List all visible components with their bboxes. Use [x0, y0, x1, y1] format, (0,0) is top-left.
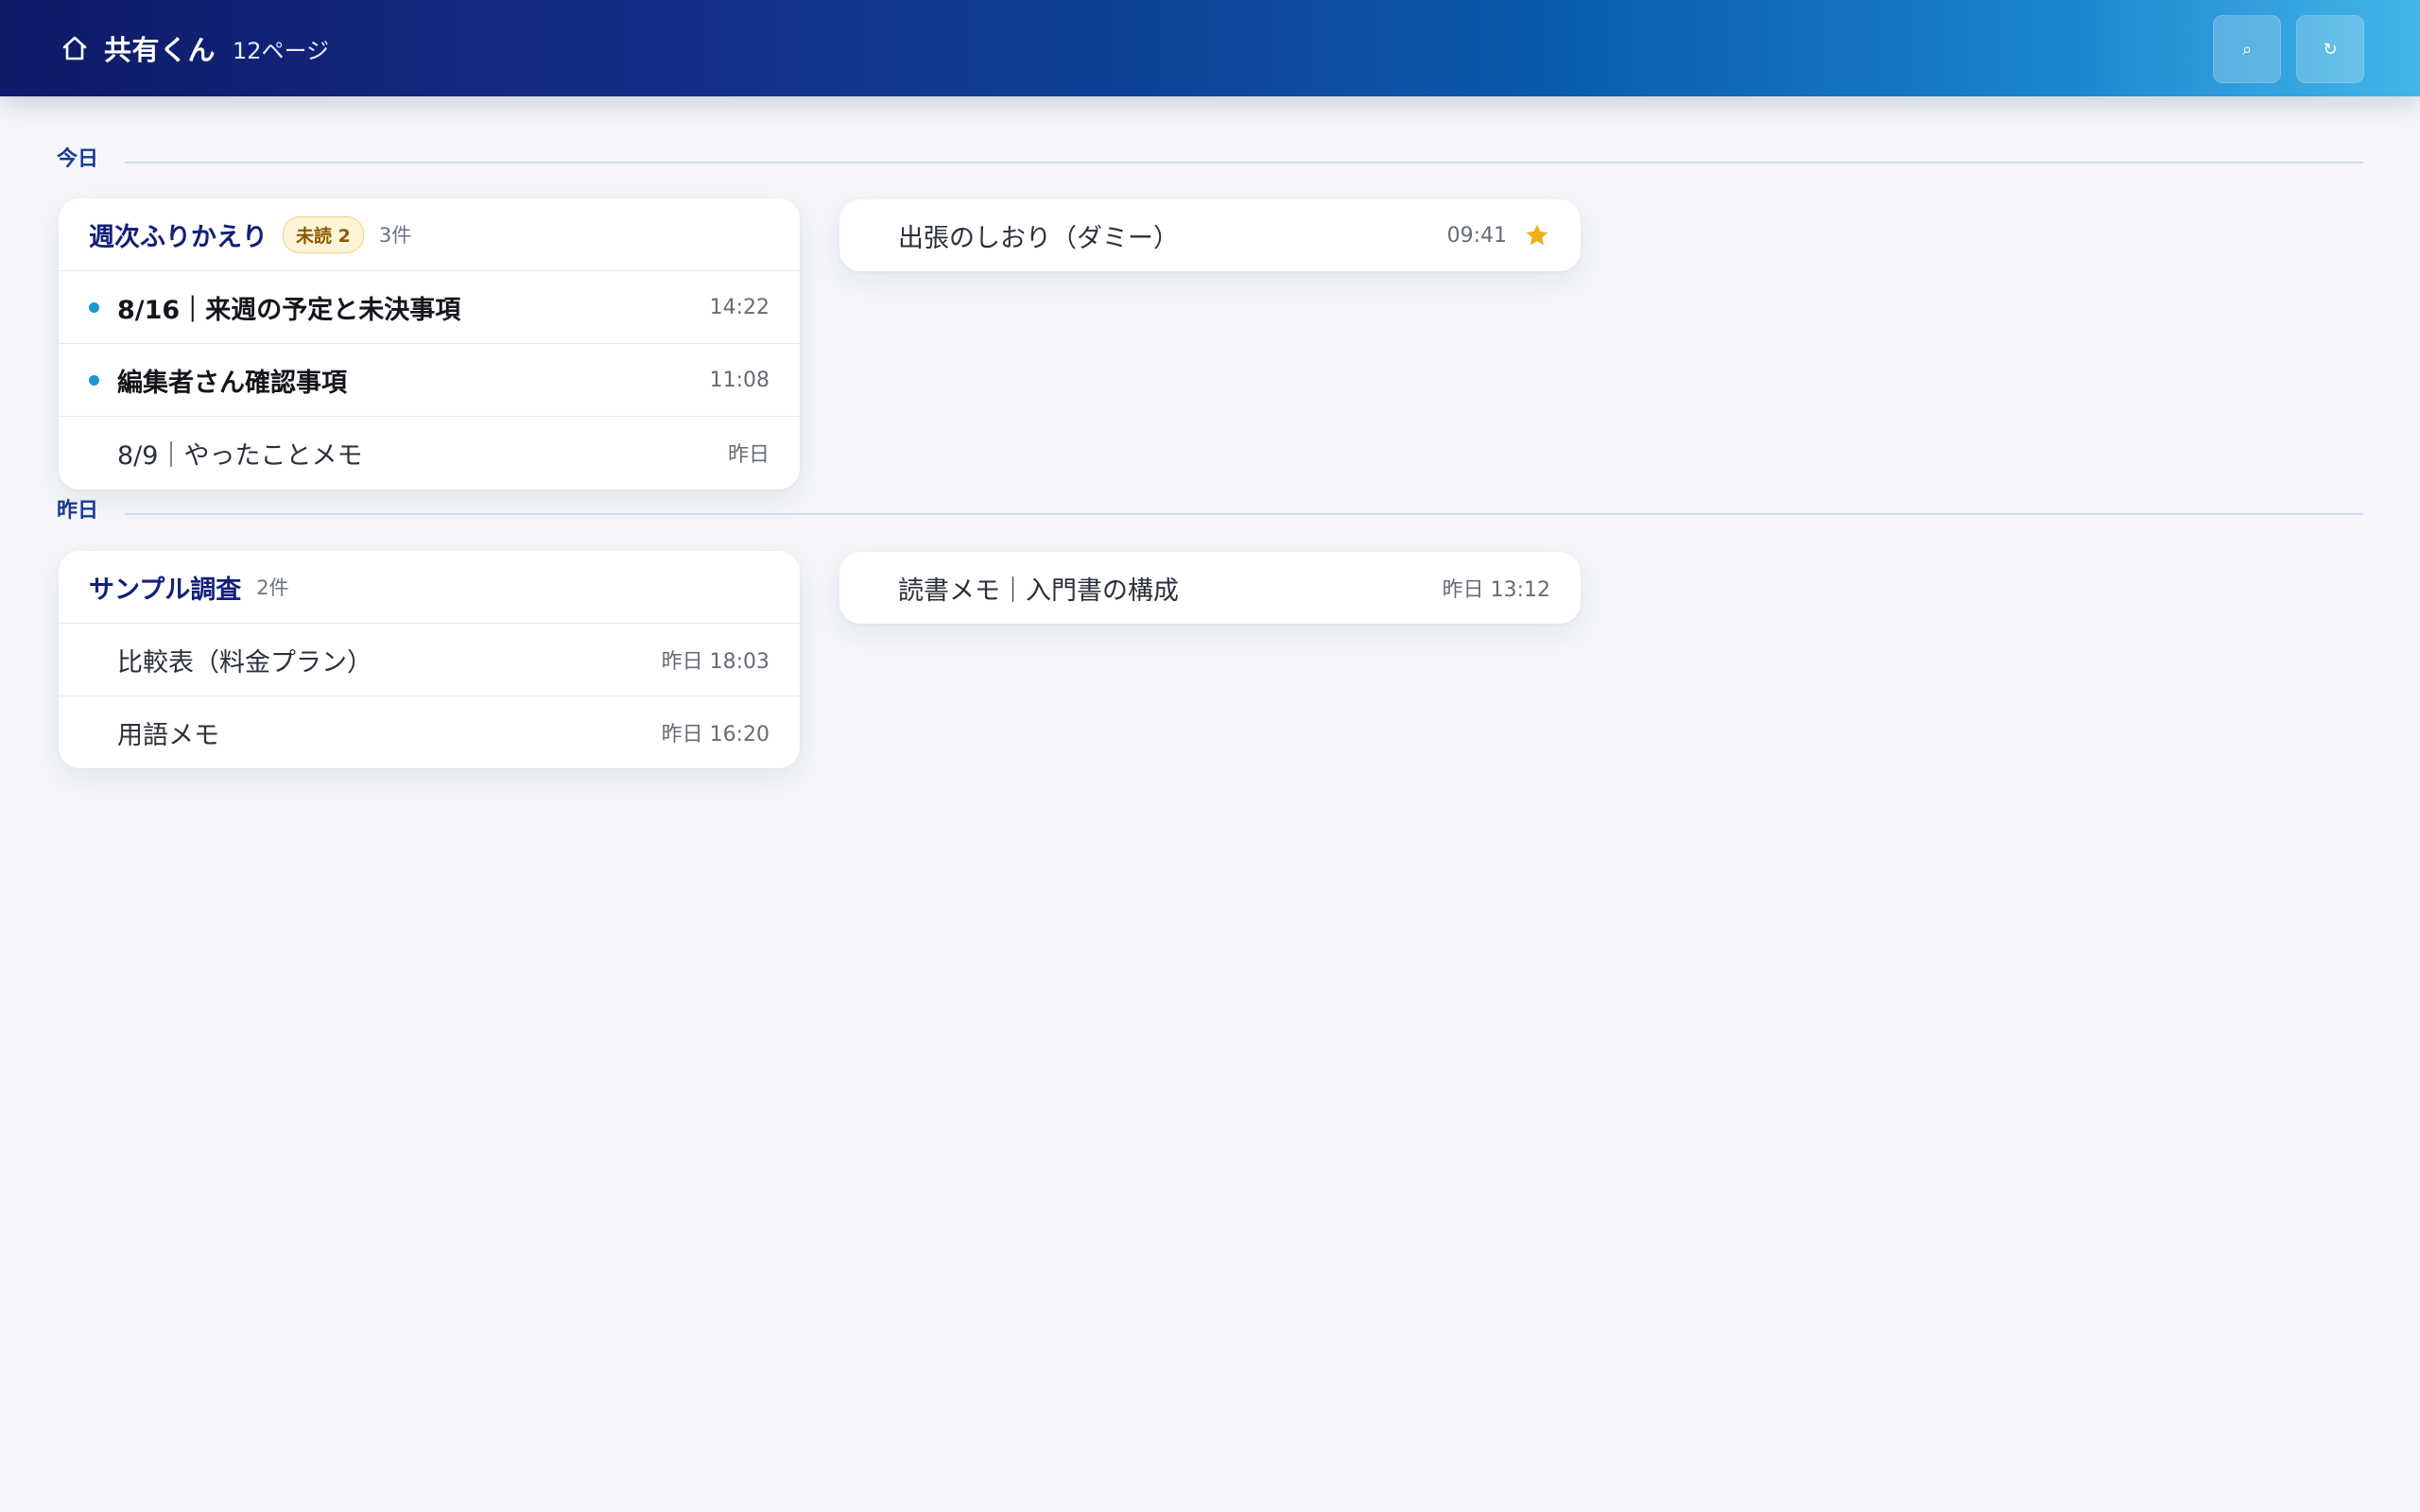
single-page-card[interactable]: 読書メモ｜入門書の構成 昨日 13:12: [839, 552, 1581, 624]
item-title: 出張のしおり（ダミー）: [898, 223, 1179, 253]
unread-badge: 未読 2: [283, 215, 364, 253]
home-icon[interactable]: [59, 32, 91, 64]
item-count: 3件: [378, 224, 412, 247]
list-item[interactable]: 出張のしおり（ダミー） 09:41: [839, 199, 1581, 271]
section-label-yesterday: 昨日: [57, 499, 99, 523]
search-button[interactable]: ⌕: [2213, 15, 2281, 83]
group-card: サンプル調査 2件 比較表（料金プラン） 昨日 18:03 用語メモ 昨日 16…: [59, 551, 800, 768]
list-item[interactable]: 編集者さん確認事項 11:08: [59, 344, 800, 417]
item-count: 2件: [256, 576, 289, 599]
unread-dot-icon: [89, 301, 99, 313]
item-title: 比較表（料金プラン）: [117, 647, 372, 678]
header-brand: 共有くん 12ページ: [59, 0, 329, 96]
list-item[interactable]: 8/9｜やったことメモ 昨日: [59, 417, 800, 489]
refresh-icon: ↻: [2323, 39, 2338, 60]
item-title: 読書メモ｜入門書の構成: [898, 576, 1179, 606]
item-time: 14:22: [709, 295, 769, 319]
group-title: 週次ふりかえり: [89, 222, 268, 252]
item-time: 11:08: [709, 368, 769, 392]
list-item[interactable]: 比較表（料金プラン） 昨日 18:03: [59, 624, 800, 696]
item-title: 8/16｜来週の予定と未決事項: [117, 295, 461, 325]
list-item[interactable]: 読書メモ｜入門書の構成 昨日 13:12: [839, 552, 1581, 624]
item-time: 昨日 16:20: [661, 723, 769, 747]
item-title: 用語メモ: [117, 720, 219, 750]
search-icon: ⌕: [2241, 39, 2253, 60]
unread-dot-icon: [89, 374, 99, 386]
item-time: 昨日 18:03: [661, 650, 769, 674]
item-time: 昨日 13:12: [1442, 578, 1550, 602]
item-time: 昨日: [727, 443, 769, 467]
group-card-header[interactable]: サンプル調査 2件: [59, 551, 800, 624]
group-card: 週次ふりかえり 未読 2 3件 8/16｜来週の予定と未決事項 14:22 編集…: [59, 198, 800, 490]
app-header: 共有くん 12ページ ⌕ ↻: [0, 0, 2420, 96]
star-icon[interactable]: [1524, 222, 1550, 249]
refresh-button[interactable]: ↻: [2296, 15, 2364, 83]
page-count: 12ページ: [233, 37, 330, 64]
group-title: サンプル調査: [89, 575, 242, 605]
section-divider: [125, 162, 2363, 163]
group-card-header[interactable]: 週次ふりかえり 未読 2 3件: [59, 198, 800, 271]
item-time: 09:41: [1446, 223, 1507, 248]
section-label-today: 今日: [57, 147, 99, 171]
single-page-card[interactable]: 出張のしおり（ダミー） 09:41: [839, 199, 1581, 271]
section-divider: [125, 513, 2363, 515]
list-item[interactable]: 8/16｜来週の予定と未決事項 14:22: [59, 271, 800, 344]
item-title: 8/9｜やったことメモ: [117, 440, 363, 471]
item-title: 編集者さん確認事項: [117, 368, 347, 398]
app-title: 共有くん: [104, 34, 216, 66]
list-item[interactable]: 用語メモ 昨日 16:20: [59, 696, 800, 768]
